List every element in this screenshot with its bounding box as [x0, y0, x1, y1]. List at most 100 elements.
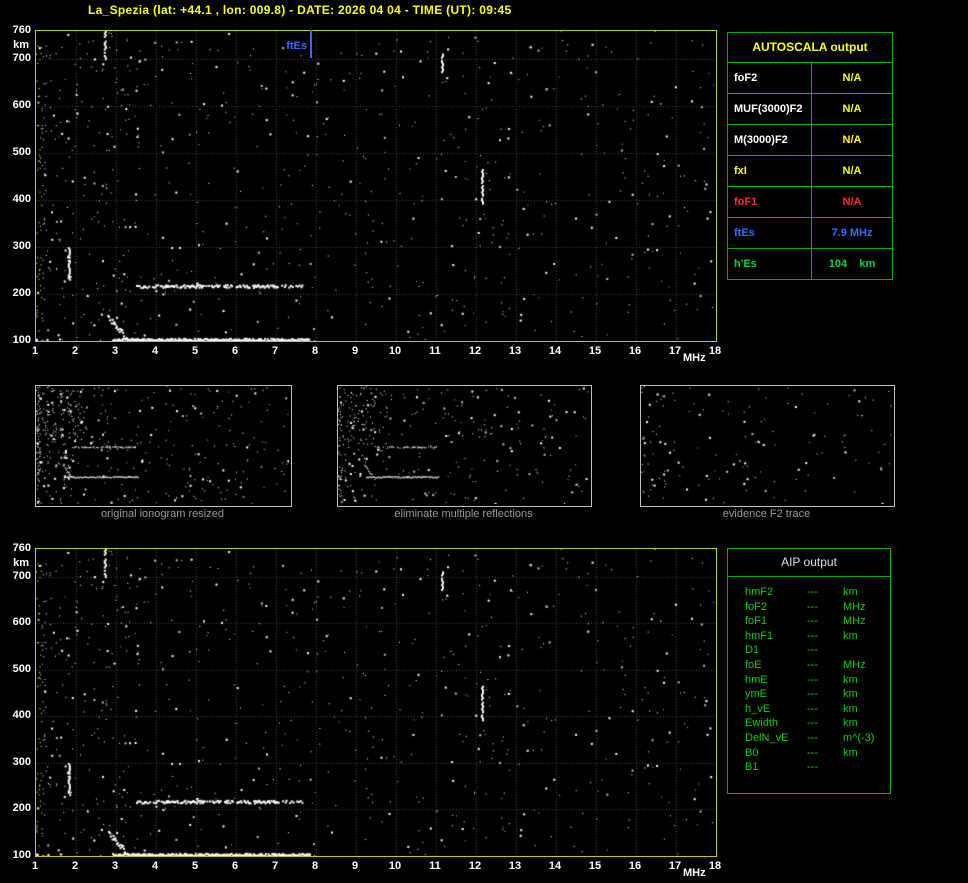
x-tick-label: 6	[231, 860, 239, 872]
y-tick-label: 500	[12, 146, 31, 159]
x-tick-label: 4	[151, 345, 159, 357]
panel-eliminate-reflections	[337, 385, 592, 507]
x-tick-label: 15	[588, 860, 602, 872]
aip-param-name: B1	[745, 761, 759, 774]
aip-param-value: ---	[807, 644, 818, 657]
aip-param-unit	[843, 644, 890, 659]
aip-param-value: ---	[807, 731, 818, 744]
aip-param-unit: m^(-3)	[843, 731, 875, 744]
aip-row-ymE: ymE --- km	[745, 688, 890, 703]
autoscala-row-foF1: foF1 N/A	[728, 187, 892, 218]
aip-row-hmF1: hmF1 --- km	[745, 630, 890, 645]
autoscala-row-fxI: fxI N/A	[728, 156, 892, 187]
autoscala-screen: La_Spezia (lat: +44.1 , lon: 009.8) - DA…	[0, 0, 968, 883]
aip-param-unit: km	[843, 746, 858, 759]
param-label: fxI	[728, 156, 812, 186]
aip-param-value: ---	[807, 586, 818, 598]
aip-row-foF1: foF1 --- MHz	[745, 615, 890, 630]
aip-param-unit: MHz	[843, 600, 866, 613]
aip-param-unit: MHz	[843, 658, 866, 671]
y-tick-label: 500	[12, 662, 31, 675]
autoscala-output-table: AUTOSCALA output foF2 N/A MUF(3000)F2 N/A M(…	[727, 32, 893, 280]
param-value: N/A	[842, 72, 862, 84]
aip-param-name: hmF2	[745, 586, 774, 598]
aip-param-unit: km	[843, 629, 858, 642]
y-tick-label: 200	[12, 802, 31, 815]
autoscala-table-title: AUTOSCALA output	[728, 33, 892, 63]
panel-evidence-f2	[640, 385, 895, 507]
x-tick-label: 18	[708, 345, 722, 357]
y-tick-label: 600	[12, 616, 31, 629]
ionogram-plot-top: 760 700 600 500 400 300 200 100 km 1 2 3 4 5 6 7 8 9 10 11 1…	[13, 24, 721, 364]
x-tick-label: 13	[508, 345, 522, 357]
x-tick-label: 11	[429, 860, 441, 872]
aip-param-unit: MHz	[843, 615, 866, 628]
aip-row-foE: foE --- MHz	[745, 659, 890, 674]
y-tick-label: 300	[12, 240, 31, 253]
aip-row-h_vE: h_vE --- km	[745, 703, 890, 718]
x-axis-unit: MHz	[683, 867, 706, 879]
aip-param-name: hmE	[745, 673, 768, 686]
aip-param-name: B0	[745, 746, 759, 759]
aip-param-unit: km	[843, 586, 858, 598]
aip-param-name: foF2	[745, 600, 768, 613]
panel-caption-original: original ionogram resized	[101, 508, 224, 520]
x-tick-label: 7	[271, 860, 279, 872]
x-tick-label: 5	[191, 860, 199, 872]
aip-output-table: AIP output hmF2 --- km foF2 --- MHz foF1 --- MHz…	[727, 548, 891, 794]
x-tick-label: 14	[548, 345, 562, 357]
aip-param-value: ---	[807, 629, 818, 642]
x-tick-label: 1	[31, 860, 39, 872]
param-value: 7.9 MHz	[831, 227, 873, 239]
x-tick-label: 9	[351, 345, 359, 357]
panel-evidence-canvas	[641, 386, 892, 504]
aip-param-name: D1	[745, 644, 760, 657]
x-tick-label: 15	[588, 345, 602, 357]
panel-caption-evidence: evidence F2 trace	[722, 508, 811, 520]
x-tick-label: 4	[151, 860, 159, 872]
x-tick-label: 3	[111, 345, 119, 357]
aip-param-unit: km	[843, 717, 858, 730]
aip-param-value: ---	[807, 658, 818, 671]
y-tick-label: 600	[12, 99, 31, 112]
aip-param-unit: km	[843, 702, 858, 715]
aip-param-unit: km	[843, 673, 858, 686]
autoscala-row-M3000F2: M(3000)F2 N/A	[728, 125, 892, 156]
aip-row-DelN_vE: DelN_vE --- m^(-3)	[745, 732, 890, 747]
autoscala-row-foF2: foF2 N/A	[728, 63, 892, 94]
param-label: MUF(3000)F2	[728, 94, 812, 124]
x-tick-label: 12	[468, 860, 482, 872]
panel-caption-eliminate: eliminate multiple reflections	[394, 508, 533, 520]
param-value: N/A	[842, 196, 862, 208]
autoscala-row-hEs: h'Es 104 km	[728, 249, 892, 279]
page-title: La_Spezia (lat: +44.1 , lon: 009.8) - DA…	[88, 3, 512, 17]
y-tick-label: 760	[12, 24, 31, 36]
aip-param-name: h_vE	[745, 702, 771, 715]
aip-param-name: foE	[745, 658, 762, 671]
autoscala-row-ftEs: ftEs 7.9 MHz	[728, 218, 892, 249]
x-tick-label: 5	[191, 345, 199, 357]
panel-original-ionogram	[35, 385, 292, 507]
aip-param-value: ---	[807, 717, 818, 730]
x-tick-label: 10	[388, 860, 402, 872]
ionogram-canvas-bottom	[35, 548, 717, 857]
aip-param-name: Ewidth	[745, 717, 779, 730]
aip-param-name: hmF1	[745, 629, 774, 642]
y-tick-label: 760	[12, 542, 31, 554]
param-value: N/A	[842, 134, 862, 146]
param-value: 104 km	[828, 258, 876, 270]
aip-param-name: ymE	[745, 688, 767, 701]
y-tick-label: 700	[12, 569, 31, 582]
x-tick-label: 16	[628, 860, 642, 872]
x-tick-label: 2	[71, 860, 79, 872]
aip-row-Ewidth: Ewidth --- km	[745, 717, 890, 732]
aip-table-title: AIP output	[728, 549, 890, 577]
aip-param-value: ---	[807, 615, 818, 628]
autoscala-table-rows: foF2 N/A MUF(3000)F2 N/A M(3000)F2 N/A fxI N/A f…	[728, 63, 892, 279]
y-axis-unit: km	[13, 39, 29, 51]
param-label: M(3000)F2	[728, 125, 812, 155]
aip-row-hmE: hmE --- km	[745, 674, 890, 689]
y-tick-label: 200	[12, 287, 31, 300]
aip-row-foF2: foF2 --- MHz	[745, 601, 890, 616]
y-tick-label: 700	[12, 52, 31, 65]
